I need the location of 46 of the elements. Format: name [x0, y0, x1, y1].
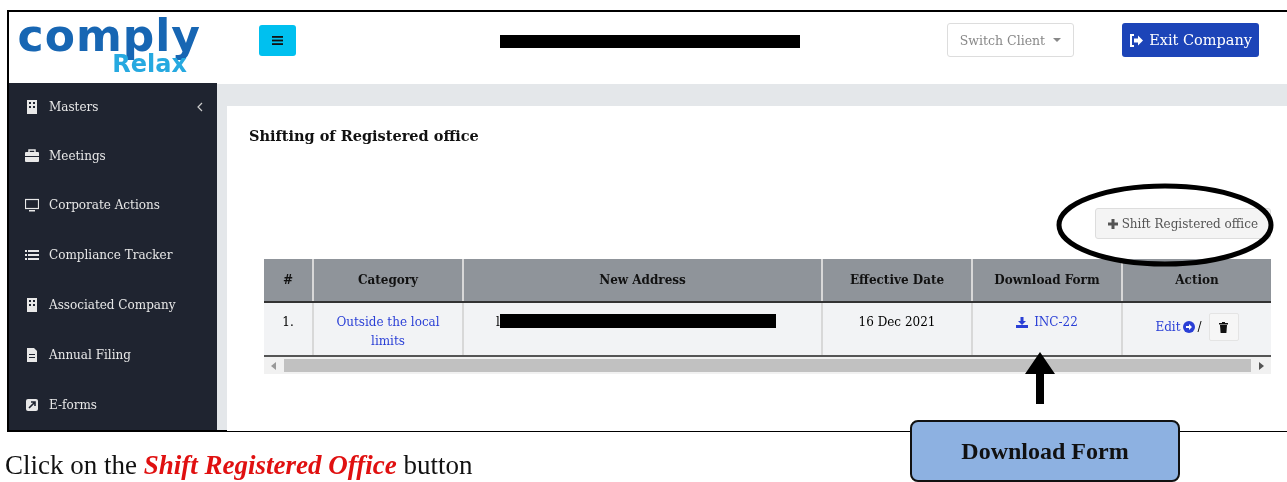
- shift-registered-office-button[interactable]: Shift Registered office: [1094, 208, 1271, 239]
- delete-button[interactable]: [1208, 313, 1239, 341]
- plus-icon: [1107, 218, 1118, 229]
- table-cell: 1.: [264, 302, 313, 356]
- scroll-right-icon: [1259, 361, 1264, 370]
- sidebar-item[interactable]: Meetings: [9, 130, 217, 181]
- table-cell: 16 Dec 2021: [822, 302, 972, 356]
- separator-text: /: [1197, 318, 1202, 336]
- chevron-icon: [197, 101, 203, 112]
- sidebar-item[interactable]: Associated Company: [9, 280, 217, 331]
- download-icon: [1016, 317, 1029, 328]
- sidebar-item[interactable]: Annual Filing: [9, 330, 217, 381]
- sign-out-icon: [1129, 33, 1144, 47]
- menu-icon: [272, 35, 283, 45]
- address-text: l: [496, 314, 500, 331]
- column-header: New Address: [463, 259, 822, 302]
- document-icon: [25, 348, 39, 363]
- menu-button[interactable]: [259, 24, 296, 56]
- arrow-icon: [1025, 352, 1055, 404]
- monitor-icon: [25, 198, 39, 213]
- column-header: Action: [1122, 259, 1271, 302]
- sidebar-item[interactable]: Compliance Tracker: [9, 230, 217, 281]
- column-header: Download Form: [972, 259, 1122, 302]
- logo: comply Relax: [9, 12, 217, 84]
- column-header: Category: [313, 259, 463, 302]
- exit-company-button[interactable]: Exit Company: [1122, 23, 1259, 57]
- briefcase-icon: [25, 148, 39, 163]
- edit-link[interactable]: Edit: [1155, 317, 1195, 337]
- instruction-text: Click on the Shift Registered Office button: [5, 450, 473, 481]
- download-link[interactable]: INC-22: [1016, 313, 1078, 332]
- list-icon: [25, 248, 39, 263]
- column-header: #: [264, 259, 313, 302]
- sidebar-item[interactable]: Masters: [9, 83, 217, 131]
- building-icon: [25, 99, 39, 114]
- sidebar-item[interactable]: Corporate Actions: [9, 180, 217, 231]
- arrow-circle-icon: [1182, 321, 1195, 333]
- switch-client-dropdown[interactable]: Switch Client: [946, 23, 1075, 57]
- scroll-left-icon: [271, 361, 276, 370]
- page-title: Shifting of Registered office: [249, 127, 480, 144]
- column-header: Effective Date: [822, 259, 972, 302]
- external-link-icon: [25, 398, 39, 413]
- callout-label: Download Form: [910, 420, 1180, 482]
- building-icon: [25, 298, 39, 313]
- sidebar-item[interactable]: E-forms: [9, 380, 217, 431]
- caret-icon: [1053, 38, 1062, 42]
- trash-icon: [1219, 321, 1229, 333]
